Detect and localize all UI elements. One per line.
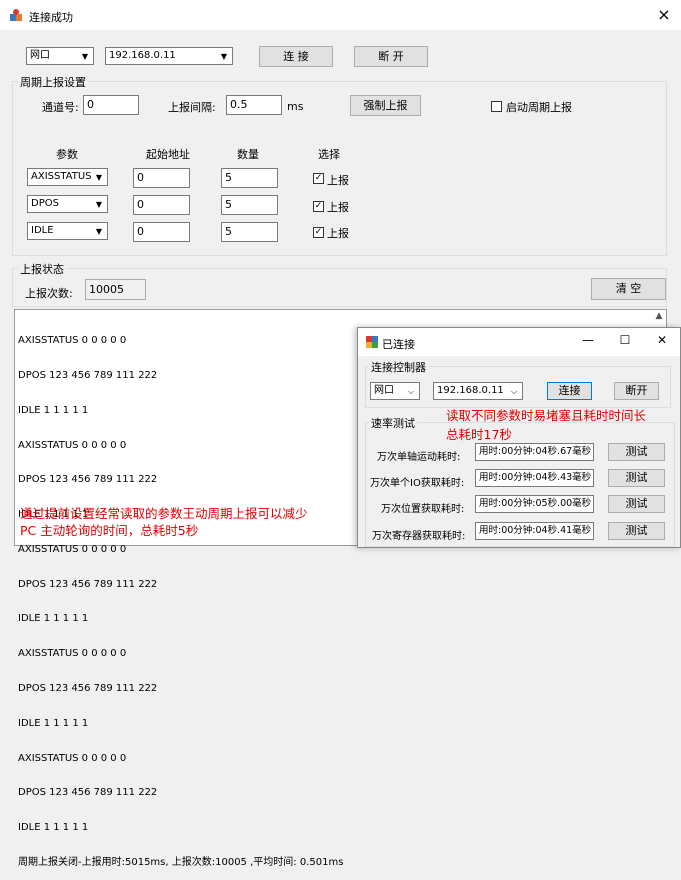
test-label: 万次位置获取耗时:: [381, 504, 465, 515]
chevron-down-icon: ▼: [95, 227, 103, 236]
count-input[interactable]: 5: [221, 168, 278, 188]
annotation-main-line2: PC 主动轮询的时间，总耗时5秒: [20, 523, 199, 538]
log-line: IDLE 1 1 1 1 1: [18, 822, 89, 834]
log-line: IDLE 1 1 1 1 1: [18, 613, 89, 625]
interval-label: 上报间隔:: [168, 101, 216, 114]
annotation-sub-line2: 总耗时17秒: [446, 427, 512, 442]
sub-connection-type-select[interactable]: 网口 ⌵: [370, 382, 420, 400]
test-result: 用时:00分钟:04秒.43毫秒: [475, 469, 594, 487]
log-summary-line: 周期上报关闭-上报用时:5015ms, 上报次数:10005 ,平均时间: 0.…: [18, 856, 344, 868]
start-address-input[interactable]: 0: [133, 222, 190, 242]
interval-input[interactable]: 0.5: [226, 95, 282, 115]
log-line: AXISSTATUS 0 0 0 0 0: [18, 335, 127, 347]
log-line: DPOS 123 456 789 111 222: [18, 369, 158, 381]
report-label: 上报: [327, 227, 349, 240]
start-periodic-label: 启动周期上报: [506, 101, 572, 114]
log-line: AXISSTATUS 0 0 0 0 0: [18, 752, 127, 764]
minimize-icon[interactable]: —: [578, 333, 598, 347]
sub-connection-type-value: 网口: [374, 385, 394, 396]
title-bar: [0, 0, 681, 30]
disconnect-button[interactable]: 断 开: [354, 46, 428, 67]
report-checkbox[interactable]: ✓: [313, 173, 324, 184]
status-group-label: 上报状态: [18, 261, 66, 277]
rate-test-label: 速率测试: [369, 415, 417, 431]
param-value: AXISSTATUS: [31, 171, 92, 182]
log-line: DPOS 123 456 789 111 222: [18, 683, 158, 694]
connect-controller-label: 连接控制器: [369, 359, 428, 375]
param-select[interactable]: DPOS ▼: [27, 195, 108, 213]
app-icon: [366, 336, 378, 348]
log-text: AXISSTATUS 0 0 0 0 0 DPOS 123 456 789 11…: [18, 312, 343, 880]
report-count-value: 10005: [85, 279, 146, 300]
sub-connect-button[interactable]: 连接: [547, 382, 592, 400]
report-count-label: 上报次数:: [25, 287, 73, 300]
log-line: DPOS 123 456 789 111 222: [18, 474, 158, 486]
start-address-input[interactable]: 0: [133, 168, 190, 188]
test-label: 万次寄存器获取耗时:: [372, 531, 466, 542]
param-select[interactable]: IDLE ▼: [27, 222, 108, 240]
interval-unit: ms: [287, 100, 304, 113]
report-checkbox[interactable]: ✓: [313, 227, 324, 238]
header-select: 选择: [318, 148, 340, 161]
close-icon[interactable]: ×: [654, 5, 674, 25]
clear-button[interactable]: 清 空: [591, 278, 666, 300]
header-start-address: 起始地址: [146, 148, 190, 161]
chevron-down-icon: ⌵: [510, 387, 518, 396]
app-icon: [10, 9, 22, 21]
log-line: DPOS 123 456 789 111 222: [18, 578, 158, 590]
sub-ip-value: 192.168.0.11: [437, 385, 504, 396]
scroll-up-icon[interactable]: ▲: [653, 311, 665, 323]
start-address-input[interactable]: 0: [133, 195, 190, 215]
sub-window-title: 已连接: [382, 338, 415, 351]
log-line: DPOS 123 456 789 111 222: [18, 787, 158, 799]
report-label: 上报: [327, 201, 349, 214]
count-input[interactable]: 5: [221, 222, 278, 242]
sub-ip-select[interactable]: 192.168.0.11 ⌵: [433, 382, 523, 400]
close-icon[interactable]: ✕: [652, 333, 672, 347]
ip-value: 192.168.0.11: [109, 50, 176, 61]
connect-button[interactable]: 连 接: [259, 46, 333, 67]
param-value: DPOS: [31, 198, 59, 209]
header-param: 参数: [56, 148, 78, 161]
start-periodic-checkbox[interactable]: [491, 101, 502, 112]
log-line: AXISSTATUS 0 0 0 0 0: [18, 543, 127, 555]
channel-label: 通道号:: [42, 101, 79, 114]
log-line: IDLE 1 1 1 1 1: [18, 717, 89, 729]
report-checkbox[interactable]: ✓: [313, 201, 324, 212]
force-report-button[interactable]: 强制上报: [350, 95, 421, 116]
test-button[interactable]: 测试: [608, 522, 665, 540]
test-result: 用时:00分钟:04秒.41毫秒: [475, 522, 594, 540]
ip-select[interactable]: 192.168.0.11 ▼: [105, 47, 233, 65]
connection-type-select[interactable]: 网口 ▼: [26, 47, 94, 65]
test-button[interactable]: 测试: [608, 495, 665, 513]
test-result: 用时:00分钟:05秒.00毫秒: [475, 495, 594, 513]
test-label: 万次单个IO获取耗时:: [370, 478, 465, 489]
header-count: 数量: [237, 148, 259, 161]
window-title: 连接成功: [29, 11, 73, 24]
chevron-down-icon: ▼: [220, 52, 228, 61]
count-input[interactable]: 5: [221, 195, 278, 215]
channel-input[interactable]: 0: [83, 95, 139, 115]
connection-type-value: 网口: [30, 50, 50, 61]
chevron-down-icon: ▼: [95, 200, 103, 209]
periodic-group-label: 周期上报设置: [18, 74, 88, 90]
log-line: AXISSTATUS 0 0 0 0 0: [18, 648, 127, 660]
chevron-down-icon: ▼: [81, 52, 89, 61]
chevron-down-icon: ⌵: [407, 387, 415, 396]
param-value: IDLE: [31, 225, 54, 236]
maximize-icon[interactable]: ☐: [615, 333, 635, 347]
sub-disconnect-button[interactable]: 断开: [614, 382, 659, 400]
log-line: AXISSTATUS 0 0 0 0 0: [18, 439, 127, 451]
chevron-down-icon: ▼: [95, 173, 103, 182]
annotation-sub-line1: 读取不同参数时易堵塞且耗时时间长: [446, 408, 647, 423]
param-select[interactable]: AXISSTATUS ▼: [27, 168, 108, 186]
report-label: 上报: [327, 174, 349, 187]
test-button[interactable]: 测试: [608, 469, 665, 487]
log-line: IDLE 1 1 1 1 1: [18, 404, 89, 416]
test-button[interactable]: 测试: [608, 443, 665, 461]
test-result: 用时:00分钟:04秒.67毫秒: [475, 443, 594, 461]
test-label: 万次单轴运动耗时:: [377, 452, 461, 463]
